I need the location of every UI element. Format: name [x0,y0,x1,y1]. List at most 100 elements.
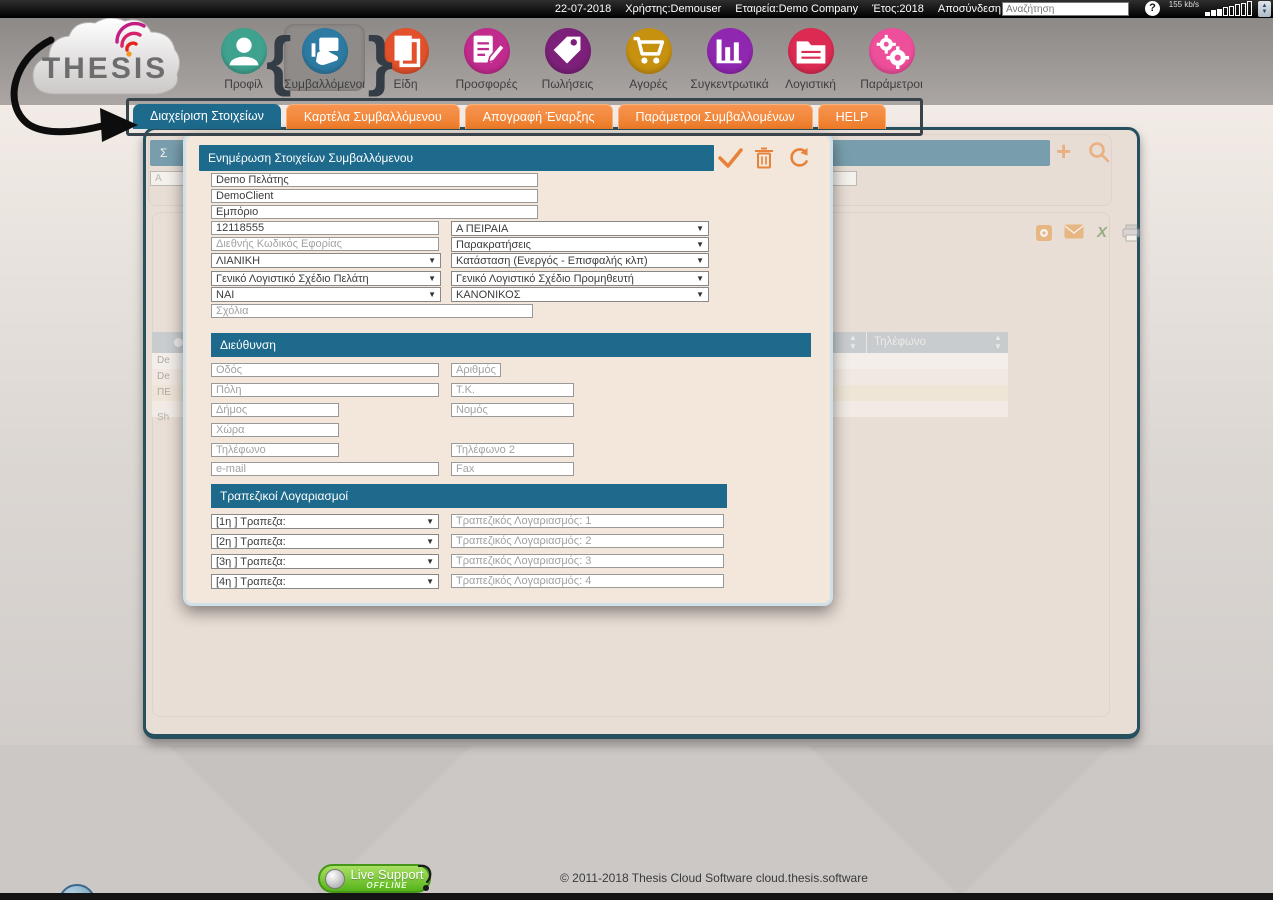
headset-doodle-icon [417,862,437,896]
caret-icon: ▼ [696,274,704,283]
session-user: Χρήστης:Demouser [625,3,721,15]
parameters-gears-icon [869,28,915,74]
bank1-account-field[interactable] [451,514,724,528]
vat-number-field[interactable] [211,221,439,235]
print-icon[interactable] [1122,224,1140,242]
tab-manage-data[interactable]: Διαχείριση Στοιχείων [133,104,281,129]
email-icon[interactable] [1064,224,1082,242]
nav-item-parameters[interactable]: Παράμετροι [851,24,932,91]
alias-field[interactable] [211,189,538,203]
header-circle-icon [174,338,183,347]
activity-field[interactable] [211,205,538,219]
phone-column-header[interactable]: Τηλέφωνο [874,332,926,353]
nav-item-profile[interactable]: Προφίλ [203,24,284,91]
country-field[interactable] [211,423,339,437]
withholdings-value: Παρακρατήσεις [456,239,531,251]
caret-icon: ▼ [696,240,704,249]
sort-icon[interactable]: ▲▼ [994,333,1002,351]
sales-tag-icon [545,28,591,74]
thesis-logo: THESIS [25,12,185,112]
vat-regime-select[interactable]: ΚΑΝΟΝΙΚΟΣ ▼ [451,287,709,302]
price-category-select[interactable]: ΛΙΑΝΙΚΗ ▼ [211,253,441,268]
active-flag-value: ΝΑΙ [216,289,234,301]
zip-field[interactable] [451,383,574,397]
search-records-icon[interactable] [1087,140,1111,169]
caret-icon: ▼ [696,256,704,265]
undo-icon[interactable] [789,147,811,174]
caret-icon: ▼ [426,517,434,526]
logo-wordmark: THESIS [25,52,185,86]
profile-icon [221,28,267,74]
list-footer-fragment: Sh [157,412,169,423]
settings-icon[interactable] [1035,224,1053,242]
municipality-field[interactable] [211,403,339,417]
tab-contractor-parameters[interactable]: Παράμετροι Συμβαλλομένων [618,104,813,129]
gl-plan-supplier-select[interactable]: Γενικό Λογιστικό Σχέδιο Προμηθευτή ▼ [451,271,709,286]
session-company: Εταιρεία:Demo Company [735,3,858,15]
name-field[interactable] [211,173,538,187]
bank4-account-field[interactable] [451,574,724,588]
caret-icon: ▼ [696,224,704,233]
nav-label: Είδη [365,77,446,91]
scroll-spinner[interactable]: ▲ ▼ [1258,1,1271,17]
sort-icon[interactable]: ▲▼ [849,333,857,351]
accounting-folder-icon [788,28,834,74]
main-menu: Προφίλ Συμβαλλόμενοι Είδη Προσφορές Πωλή… [203,24,932,91]
caret-icon: ▼ [426,537,434,546]
gl-plan-customer-select[interactable]: Γενικό Λογιστικό Σχέδιο Πελάτη ▼ [211,271,441,286]
nav-label: Προφίλ [203,77,284,91]
banks-section-header: Τραπεζικοί Λογαριασμοί [211,484,727,508]
nav-item-items[interactable]: Είδη [365,24,446,91]
fax-field[interactable] [451,462,574,476]
tab-help[interactable]: HELP [818,104,887,129]
excel-export-icon[interactable]: X [1093,224,1111,242]
comments-field[interactable] [211,304,533,318]
withholdings-select[interactable]: Παρακρατήσεις ▼ [451,237,709,252]
nav-label: Συγκεντρωτικά [689,77,770,91]
nav-item-purchases[interactable]: Αγορές [608,24,689,91]
bank2-select[interactable]: [2η ] Τραπεζα: ▼ [211,534,439,549]
nav-item-contractors[interactable]: Συμβαλλόμενοι [284,24,365,91]
bank3-account-field[interactable] [451,554,724,568]
nav-label: Παράμετροι [851,77,932,91]
tab-opening-inventory[interactable]: Απογραφή Έναρξης [465,104,613,129]
tab-contractor-card[interactable]: Καρτέλα Συμβαλλόμενου [286,104,460,129]
global-search-input[interactable] [1002,2,1129,16]
bank2-account-field[interactable] [451,534,724,548]
save-icon[interactable] [717,146,744,175]
bank3-select[interactable]: [3η ] Τραπεζα: ▼ [211,554,439,569]
dialog-title: Ενημέρωση Στοιχείων Συμβαλλόμενου [199,145,714,171]
email-field[interactable] [211,462,439,476]
nav-item-sales[interactable]: Πωλήσεις [527,24,608,91]
nav-item-summaries[interactable]: Συγκεντρωτικά [689,24,770,91]
caret-icon: ▼ [428,290,436,299]
caret-icon: ▼ [426,577,434,586]
spinner-down-icon[interactable]: ▼ [1262,9,1268,15]
nav-item-accounting[interactable]: Λογιστική [770,24,851,91]
bank1-select[interactable]: [1η ] Τραπεζα: ▼ [211,514,439,529]
status-select[interactable]: Κατάσταση (Ενεργός - Επισφαλής κλπ) ▼ [451,253,709,268]
vat-regime-value: ΚΑΝΟΝΙΚΟΣ [456,289,521,301]
session-date: 22-07-2018 [555,3,611,15]
nav-item-offers[interactable]: Προσφορές [446,24,527,91]
city-field[interactable] [211,383,439,397]
prefecture-field[interactable] [451,403,574,417]
help-icon[interactable]: ? [1145,1,1160,16]
phone-field[interactable] [211,443,339,457]
summaries-chart-icon [707,28,753,74]
street-field[interactable] [211,363,439,377]
phone2-field[interactable] [451,443,574,457]
delete-icon[interactable] [754,147,774,174]
contractors-icon [302,28,348,74]
intl-tax-code-field[interactable] [211,237,439,251]
logout-link[interactable]: Αποσύνδεση [938,3,1001,15]
active-flag-select[interactable]: ΝΑΙ ▼ [211,287,441,302]
live-support-badge[interactable]: Live Support OFFLINE [318,864,431,893]
purchases-cart-icon [626,28,672,74]
tax-office-select[interactable]: Α ΠΕΙΡΑΙΑ ▼ [451,221,709,236]
bank4-select[interactable]: [4η ] Τραπεζα: ▼ [211,574,439,589]
add-record-icon[interactable]: + [1056,136,1071,167]
street-number-field[interactable] [451,363,501,377]
copyright-text: © 2011-2018 Thesis Cloud Software cloud.… [560,871,868,885]
caret-icon: ▼ [428,256,436,265]
